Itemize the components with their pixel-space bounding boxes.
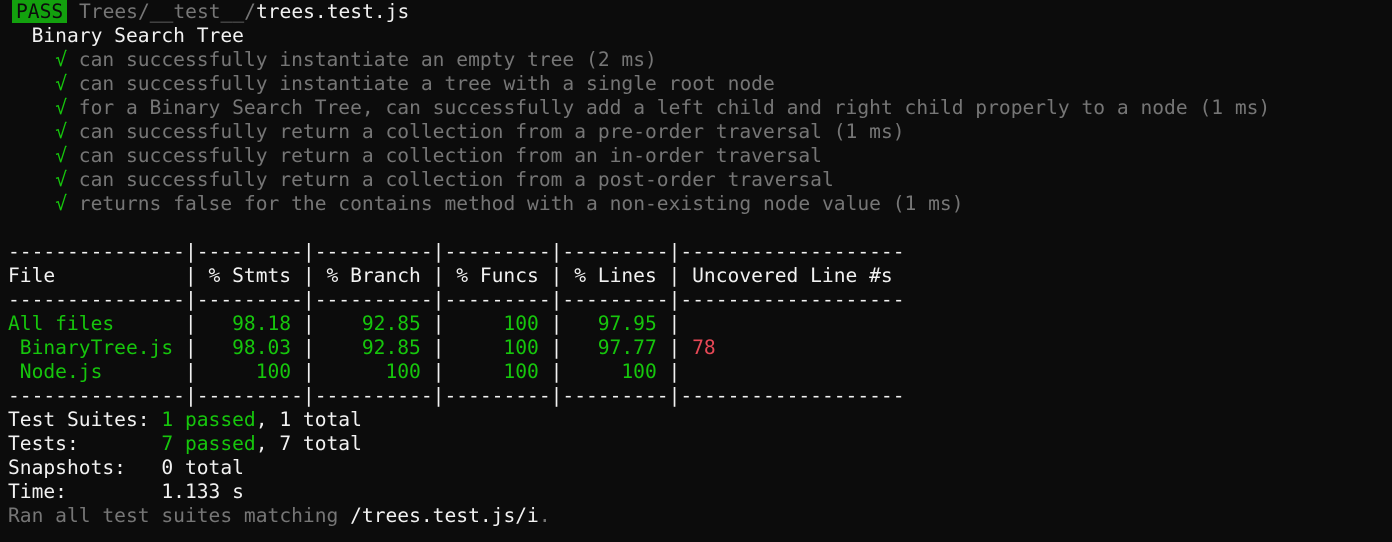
test-result-text: can successfully return a collection fro… xyxy=(78,144,822,167)
test-file-name: trees.test.js xyxy=(255,0,410,23)
test-result-item: √ for a Binary Search Tree, can successf… xyxy=(8,96,1392,120)
coverage-cell-branch: 92.85 xyxy=(361,312,421,335)
summary-tests: Tests: 7 passed, 7 total xyxy=(8,432,1392,456)
coverage-separator-bottom: ---------------|---------|----------|---… xyxy=(8,384,905,407)
check-icon: √ xyxy=(55,120,67,143)
coverage-cell-funcs: 100 xyxy=(503,360,539,383)
test-list: √ can successfully instantiate an empty … xyxy=(8,48,1392,216)
test-result-text: can successfully instantiate a tree with… xyxy=(78,72,775,95)
coverage-cell-branch: 100 xyxy=(385,360,421,383)
test-result-item: √ can successfully instantiate an empty … xyxy=(8,48,1392,72)
check-icon: √ xyxy=(55,192,67,215)
test-result-item: √ returns false for the contains method … xyxy=(8,192,1392,216)
coverage-header-cell: % Funcs xyxy=(456,264,539,287)
coverage-separator-top: ---------------|---------|----------|---… xyxy=(8,240,905,263)
coverage-cell-uncovered: 78 xyxy=(692,336,716,359)
coverage-cell-funcs: 100 xyxy=(503,336,539,359)
test-result-text: returns false for the contains method wi… xyxy=(78,192,964,215)
terminal-output: PASS Trees/__test__/trees.test.js Binary… xyxy=(0,0,1392,528)
summary-suites-passed: 1 passed xyxy=(161,408,256,431)
coverage-cell-lines: 100 xyxy=(621,360,657,383)
check-icon: √ xyxy=(55,96,67,119)
summary-time-label: Time: xyxy=(8,480,67,503)
coverage-table: ---------------|---------|----------|---… xyxy=(8,240,1392,408)
coverage-cell-funcs: 100 xyxy=(503,312,539,335)
coverage-cell-file: Node.js xyxy=(8,360,103,383)
summary-tests-label: Tests: xyxy=(8,432,79,455)
summary-snapshots: Snapshots: 0 total xyxy=(8,456,1392,480)
summary-ran-prefix: Ran all test suites matching xyxy=(8,504,351,527)
test-result-item: √ can successfully instantiate a tree wi… xyxy=(8,72,1392,96)
summary-ran-suffix: . xyxy=(538,504,551,527)
test-file-header: PASS Trees/__test__/trees.test.js xyxy=(8,0,1392,24)
summary-tests-total: , 7 total xyxy=(255,432,362,455)
check-icon: √ xyxy=(55,48,67,71)
coverage-cell-branch: 92.85 xyxy=(361,336,421,359)
suite-name: Binary Search Tree xyxy=(8,24,1392,48)
test-result-item: √ can successfully return a collection f… xyxy=(8,120,1392,144)
coverage-header-cell: % Stmts xyxy=(208,264,292,287)
coverage-header-cell: % Lines xyxy=(574,264,657,287)
coverage-cell-stmts: 98.18 xyxy=(232,312,292,335)
summary-suites-total: , 1 total xyxy=(255,408,362,431)
test-result-text: can successfully instantiate an empty tr… xyxy=(78,48,657,71)
coverage-header-cell: Uncovered Line #s xyxy=(692,264,893,287)
coverage-cell-stmts: 100 xyxy=(255,360,292,383)
coverage-header-cell: File xyxy=(8,264,56,287)
suite-name-text: Binary Search Tree xyxy=(31,24,244,47)
coverage-cell-stmts: 98.03 xyxy=(232,336,292,359)
pass-badge: PASS xyxy=(12,0,68,23)
coverage-header-row: File | % Stmts | % Branch | % Funcs | % … xyxy=(8,264,893,287)
summary-snapshots-value: 0 total xyxy=(161,456,244,479)
coverage-cell-file: All files xyxy=(8,312,115,335)
test-file-dir: Trees/__test__/ xyxy=(78,0,256,23)
coverage-row: BinaryTree.js | 98.03 | 92.85 | 100 | 97… xyxy=(8,336,1392,360)
summary-snapshots-label: Snapshots: xyxy=(8,456,126,479)
check-icon: √ xyxy=(55,168,67,191)
coverage-cell-file: BinaryTree.js xyxy=(8,336,174,359)
summary-tests-passed: 7 passed xyxy=(161,432,256,455)
test-result-text: can successfully return a collection fro… xyxy=(78,168,834,191)
summary-suites: Test Suites: 1 passed, 1 total xyxy=(8,408,1392,432)
coverage-cell-lines: 97.95 xyxy=(597,312,657,335)
test-result-text: for a Binary Search Tree, can successful… xyxy=(78,96,1271,119)
test-result-text: can successfully return a collection fro… xyxy=(78,120,905,143)
summary-ran-pattern: /trees.test.js/i xyxy=(350,504,539,527)
check-icon: √ xyxy=(55,144,67,167)
coverage-row: Node.js | 100 | 100 | 100 | 100 | xyxy=(8,360,693,383)
check-icon: √ xyxy=(55,72,67,95)
summary-time-value: 1.133 s xyxy=(161,480,244,503)
summary-suites-label: Test Suites: xyxy=(8,408,150,431)
coverage-header-cell: % Branch xyxy=(326,264,421,287)
test-result-item: √ can successfully return a collection f… xyxy=(8,168,1392,192)
coverage-separator-mid: ---------------|---------|----------|---… xyxy=(8,288,905,311)
summary-time: Time: 1.133 s xyxy=(8,480,1392,504)
test-result-item: √ can successfully return a collection f… xyxy=(8,144,1392,168)
coverage-cell-lines: 97.77 xyxy=(597,336,657,359)
summary-ran: Ran all test suites matching /trees.test… xyxy=(8,504,1392,528)
coverage-row: All files | 98.18 | 92.85 | 100 | 97.95 … xyxy=(8,312,693,335)
